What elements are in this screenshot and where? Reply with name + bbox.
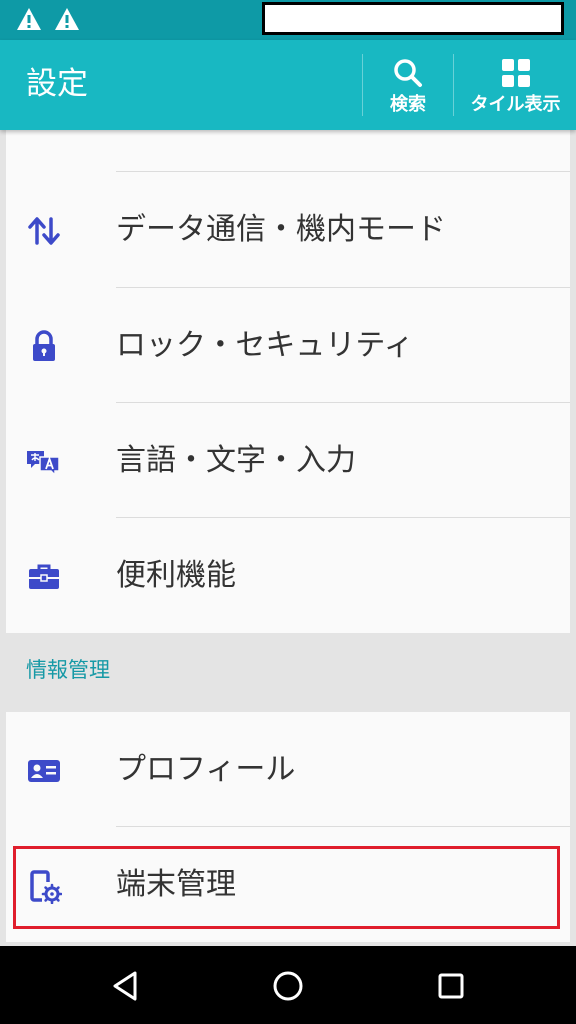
language-icon	[27, 451, 60, 477]
tile-view-button-label: タイル表示	[470, 94, 561, 115]
navigation-bar	[0, 946, 576, 1024]
status-redaction-box	[262, 2, 564, 35]
search-button[interactable]: 検索	[364, 40, 452, 130]
recent-apps-icon[interactable]	[433, 968, 469, 1004]
grid-icon	[501, 59, 530, 87]
list-item-label: 便利機能	[116, 558, 236, 593]
appbar-divider	[362, 54, 363, 116]
list-item-lock-security[interactable]: ロック・セキュリティ	[6, 288, 570, 403]
list-item-label: 言語・文字・入力	[116, 443, 356, 478]
list-item-label: プロフィール	[116, 752, 296, 787]
home-icon[interactable]	[270, 968, 306, 1004]
appbar-divider	[453, 54, 454, 116]
status-bar	[0, 0, 576, 40]
toolbox-icon	[29, 564, 59, 589]
highlight-box	[13, 846, 560, 929]
profile-card-icon	[28, 760, 60, 782]
tile-view-button[interactable]: タイル表示	[455, 40, 576, 130]
app-bar: 設定 検索 タイル表示	[0, 40, 576, 130]
back-icon[interactable]	[107, 968, 143, 1004]
list-item-label: データ通信・機内モード	[116, 212, 446, 247]
list-item-language-input[interactable]: 言語・文字・入力	[6, 403, 570, 518]
warning-icon	[17, 8, 41, 30]
lock-icon	[33, 330, 55, 361]
data-transfer-icon	[28, 217, 60, 245]
list-item-profile[interactable]: プロフィール	[6, 712, 570, 827]
settings-group-card: データ通信・機内モード ロック・セキュリティ 言語・文字・入力 便利機能	[6, 130, 570, 633]
warning-icon	[55, 8, 79, 30]
list-item-useful-functions[interactable]: 便利機能	[6, 518, 570, 633]
page-title: 設定	[26, 66, 88, 102]
list-item-data-communication[interactable]: データ通信・機内モード	[6, 172, 570, 287]
search-button-label: 検索	[390, 94, 426, 115]
list-item-label: ロック・セキュリティ	[116, 328, 414, 363]
search-icon	[394, 59, 422, 87]
section-title: 情報管理	[26, 658, 110, 682]
